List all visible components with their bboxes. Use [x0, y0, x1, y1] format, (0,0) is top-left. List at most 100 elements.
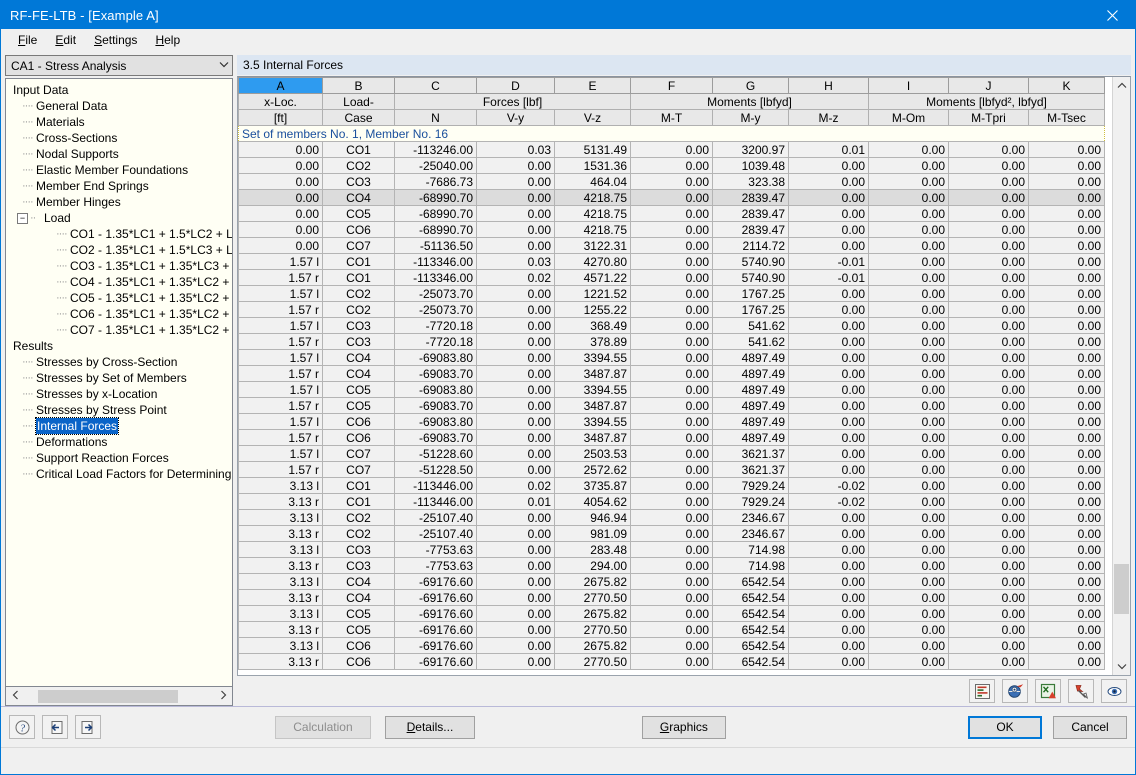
table-cell[interactable]: CO4: [322, 589, 395, 606]
table-cell[interactable]: 0.00: [476, 653, 555, 670]
table-cell[interactable]: 4054.62: [554, 493, 631, 510]
table-cell[interactable]: 0.00: [788, 237, 869, 254]
table-cell[interactable]: 3394.55: [554, 349, 631, 366]
table-cell[interactable]: 0.00: [868, 253, 949, 270]
table-cell[interactable]: 0.00: [476, 349, 555, 366]
globe-icon[interactable]: [1002, 679, 1028, 703]
table-cell[interactable]: 0.00: [868, 221, 949, 238]
table-cell[interactable]: 1.57 l: [238, 317, 323, 334]
table-cell[interactable]: CO2: [322, 157, 395, 174]
table-cell[interactable]: 0.02: [476, 269, 555, 286]
table-row[interactable]: 3.13 r CO1 -113446.00 0.01 4054.62 0.00 7929.2…: [238, 493, 1105, 510]
table-cell[interactable]: 0.00: [630, 573, 713, 590]
table-cell[interactable]: 3.13 l: [238, 637, 323, 654]
table-cell[interactable]: 0.00: [476, 413, 555, 430]
table-cell[interactable]: 0.00: [948, 493, 1029, 510]
table-cell[interactable]: 0.00: [476, 173, 555, 190]
table-cell[interactable]: 0.00: [476, 541, 555, 558]
table-cell[interactable]: 0.00: [868, 493, 949, 510]
table-cell[interactable]: 0.00: [868, 653, 949, 670]
table-row[interactable]: 1.57 l CO7 -51228.60 0.00 2503.53 0.00 3621.37…: [238, 445, 1105, 462]
table-cell[interactable]: 0.00: [948, 541, 1029, 558]
table-cell[interactable]: -69083.80: [394, 381, 477, 398]
scroll-thumb[interactable]: [1114, 564, 1129, 614]
table-cell[interactable]: 0.00: [868, 205, 949, 222]
table-cell[interactable]: 0.00: [1028, 189, 1105, 206]
table-cell[interactable]: -68990.70: [394, 221, 477, 238]
sidebar-item-cross-sections[interactable]: ···· Cross-Sections: [10, 130, 232, 146]
table-cell[interactable]: CO2: [322, 285, 395, 302]
table-cell[interactable]: CO4: [322, 189, 395, 206]
navigation-tree[interactable]: Input Data ···· General Data ···· Material…: [5, 78, 233, 687]
table-row[interactable]: 3.13 l CO3 -7753.63 0.00 283.48 0.00 714.98 0.0…: [238, 541, 1105, 558]
close-icon[interactable]: [1089, 1, 1135, 29]
table-cell[interactable]: CO2: [322, 525, 395, 542]
table-cell[interactable]: -69083.70: [394, 397, 477, 414]
table-cell[interactable]: -113346.00: [394, 269, 477, 286]
table-cell[interactable]: 0.00: [1028, 573, 1105, 590]
table-cell[interactable]: 1.57 l: [238, 413, 323, 430]
table-cell[interactable]: 3.13 l: [238, 541, 323, 558]
table-cell[interactable]: -7753.63: [394, 541, 477, 558]
table-cell[interactable]: 0.00: [948, 269, 1029, 286]
table-cell[interactable]: 0.00: [630, 189, 713, 206]
table-cell[interactable]: 0.00: [948, 637, 1029, 654]
table-cell[interactable]: 0.00: [948, 509, 1029, 526]
table-cell[interactable]: 0.00: [868, 429, 949, 446]
table-cell[interactable]: 0.00: [476, 573, 555, 590]
table-cell[interactable]: 283.48: [554, 541, 631, 558]
table-cell[interactable]: 0.00: [948, 333, 1029, 350]
table-cell[interactable]: 0.00: [948, 477, 1029, 494]
table-cell[interactable]: 2346.67: [712, 525, 789, 542]
table-cell[interactable]: 3.13 l: [238, 509, 323, 526]
table-cell[interactable]: CO1: [322, 493, 395, 510]
table-row[interactable]: 3.13 l CO5 -69176.60 0.00 2675.82 0.00 6542.54…: [238, 605, 1105, 622]
table-cell[interactable]: 0.00: [948, 365, 1029, 382]
table-cell[interactable]: CO5: [322, 605, 395, 622]
table-cell[interactable]: 2770.50: [554, 621, 631, 638]
table-cell[interactable]: 0.00: [630, 269, 713, 286]
chevron-left-icon[interactable]: [6, 690, 24, 703]
table-cell[interactable]: 0.00: [948, 205, 1029, 222]
table-cell[interactable]: 714.98: [712, 541, 789, 558]
table-cell[interactable]: 0.00: [476, 637, 555, 654]
collapse-expander-icon[interactable]: −: [17, 213, 28, 225]
table-cell[interactable]: 0.00: [868, 397, 949, 414]
table-cell[interactable]: 0.00: [476, 285, 555, 302]
table-cell[interactable]: 0.00: [1028, 269, 1105, 286]
table-cell[interactable]: 0.00: [868, 573, 949, 590]
table-cell[interactable]: 1.57 l: [238, 381, 323, 398]
table-cell[interactable]: 0.00: [1028, 621, 1105, 638]
table-cell[interactable]: CO1: [322, 141, 395, 158]
table-cell[interactable]: 4897.49: [712, 381, 789, 398]
table-cell[interactable]: 0.00: [788, 365, 869, 382]
table-cell[interactable]: -69176.60: [394, 621, 477, 638]
tree-horizontal-scrollbar[interactable]: [5, 687, 233, 706]
table-cell[interactable]: CO1: [322, 253, 395, 270]
table-cell[interactable]: 0.00: [868, 285, 949, 302]
table-cell[interactable]: 0.00: [476, 557, 555, 574]
table-cell[interactable]: 0.00: [476, 429, 555, 446]
table-cell[interactable]: CO2: [322, 301, 395, 318]
table-cell[interactable]: 0.00: [1028, 557, 1105, 574]
table-cell[interactable]: 1.57 l: [238, 349, 323, 366]
table-cell[interactable]: 3.13 r: [238, 653, 323, 670]
table-cell[interactable]: 0.00: [630, 205, 713, 222]
table-cell[interactable]: 4897.49: [712, 349, 789, 366]
table-cell[interactable]: 0.00: [788, 621, 869, 638]
table-cell[interactable]: 3.13 r: [238, 589, 323, 606]
sidebar-item-co3[interactable]: ····CO3 - 1.35*LC1 + 1.35*LC3 + 1.35*: [10, 258, 232, 274]
previous-page-icon[interactable]: [42, 715, 68, 739]
table-cell[interactable]: 0.00: [948, 605, 1029, 622]
table-cell[interactable]: CO6: [322, 221, 395, 238]
table-cell[interactable]: 368.49: [554, 317, 631, 334]
table-cell[interactable]: -51228.50: [394, 461, 477, 478]
sidebar-item-support-reaction-forces[interactable]: ···· Support Reaction Forces: [10, 450, 232, 466]
table-cell[interactable]: 0.00: [948, 317, 1029, 334]
table-cell[interactable]: -7720.18: [394, 333, 477, 350]
table-row[interactable]: 1.57 r CO4 -69083.70 0.00 3487.87 0.00 4897.49…: [238, 365, 1105, 382]
column-header-c[interactable]: C: [394, 77, 477, 94]
table-row[interactable]: 1.57 l CO1 -113346.00 0.03 4270.80 0.00 5740.9…: [238, 253, 1105, 270]
table-cell[interactable]: 6542.54: [712, 605, 789, 622]
table-cell[interactable]: 1767.25: [712, 285, 789, 302]
